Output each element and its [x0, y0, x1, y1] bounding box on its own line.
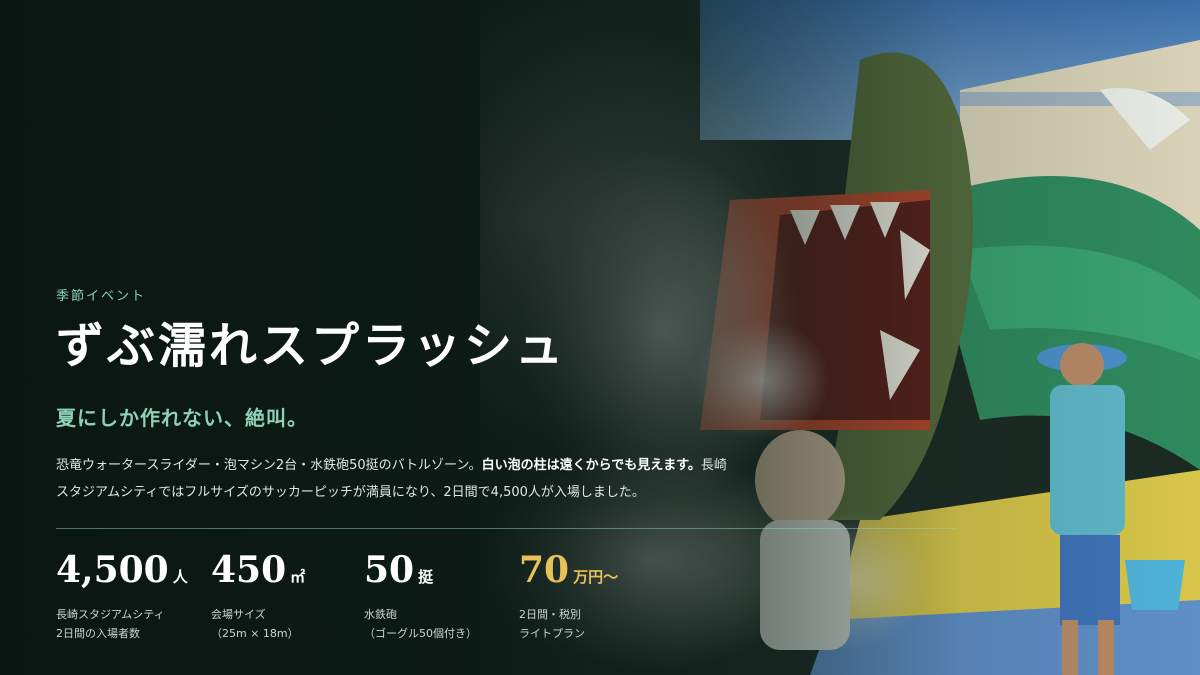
stat-value: 50 [364, 549, 415, 591]
category-eyebrow: 季節イベント [56, 289, 147, 304]
stat-label-line-2: ライトプラン [519, 627, 585, 640]
hero-content: 季節イベント ずぶ濡れスプラッシュ 夏にしか作れない、絶叫。 恐竜ウォータースラ… [56, 0, 956, 675]
stat-unit: 人 [172, 568, 188, 586]
stat-value: 4,500 [56, 549, 169, 591]
stat-attendance: 4,500 人 長崎スタジアムシティ 2日間の入場者数 [56, 548, 211, 643]
stat-label-line-1: 水鉄砲 [364, 608, 397, 621]
stat-value: 70 [519, 549, 570, 591]
stat-unit: ㎡ [290, 568, 306, 586]
stat-value-row: 50 挺 [364, 548, 519, 599]
stat-label-line-1: 2日間・税別 [519, 608, 581, 621]
stat-label-line-2: （ゴーグル50個付き） [364, 627, 477, 640]
description-text-1: 恐竜ウォータースライダー・泡マシン2台・水鉄砲50挺のバトルゾーン。 [56, 458, 482, 473]
stat-label-line-1: 会場サイズ [211, 608, 266, 621]
description-highlight: 白い泡の柱は遠くからでも見えます。 [481, 458, 701, 473]
stat-value-row: 4,500 人 [56, 548, 211, 599]
stat-label-line-2: （25m × 18m） [211, 627, 299, 640]
page-title: ずぶ濡れスプラッシュ [56, 318, 567, 374]
stat-label-line-2: 2日間の入場者数 [56, 627, 140, 640]
stat-value-row: 70 万円〜 [519, 548, 674, 599]
stat-label: 2日間・税別 ライトプラン [519, 605, 674, 643]
page-subtitle: 夏にしか作れない、絶叫。 [56, 406, 308, 430]
hero-section: 季節イベント ずぶ濡れスプラッシュ 夏にしか作れない、絶叫。 恐竜ウォータースラ… [0, 0, 1200, 675]
stat-unit: 挺 [418, 568, 434, 586]
stat-venue-size: 450 ㎡ 会場サイズ （25m × 18m） [211, 548, 366, 643]
stat-label: 長崎スタジアムシティ 2日間の入場者数 [56, 605, 211, 643]
stats-row: 4,500 人 長崎スタジアムシティ 2日間の入場者数 450 ㎡ 会場サイズ （25m… [56, 548, 956, 648]
stat-value-row: 450 ㎡ [211, 548, 366, 599]
stat-unit: 万円〜 [573, 568, 619, 586]
event-description: 恐竜ウォータースライダー・泡マシン2台・水鉄砲50挺のバトルゾーン。白い泡の柱は… [56, 452, 736, 506]
stat-label: 会場サイズ （25m × 18m） [211, 605, 366, 643]
stat-value: 450 [211, 549, 287, 591]
stat-label: 水鉄砲 （ゴーグル50個付き） [364, 605, 519, 643]
stat-price: 70 万円〜 2日間・税別 ライトプラン [519, 548, 674, 643]
stat-water-guns: 50 挺 水鉄砲 （ゴーグル50個付き） [364, 548, 519, 643]
divider [56, 528, 956, 529]
stat-label-line-1: 長崎スタジアムシティ [56, 608, 165, 621]
